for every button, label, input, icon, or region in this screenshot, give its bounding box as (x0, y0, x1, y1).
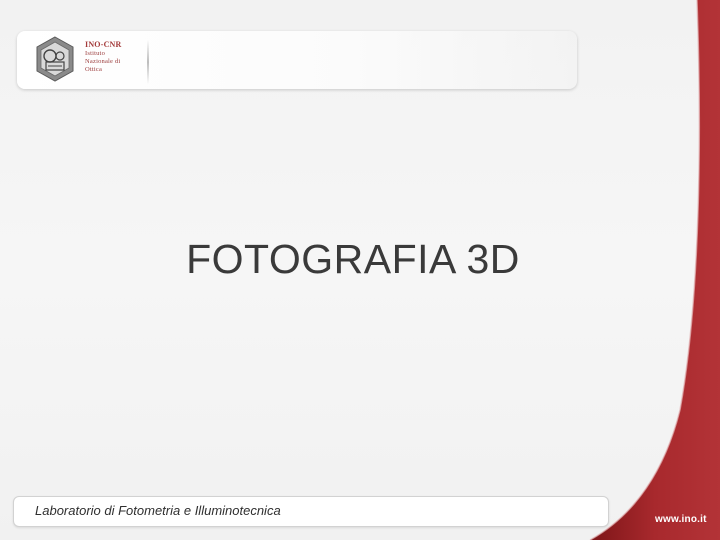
slide: INO-CNR Istituto Nazionale di Ottica FOT… (0, 0, 720, 540)
slide-title-text: FOTOGRAFIA 3D (186, 236, 520, 282)
logo-line-1: Istituto (85, 50, 106, 57)
logo-divider (147, 40, 149, 84)
website-link[interactable]: www.ino.it (655, 514, 707, 525)
logo-org-name: INO-CNR (85, 40, 122, 49)
logo-line-3: Ottica (85, 66, 103, 73)
footer-label: Laboratorio di Fotometria e Illuminotecn… (35, 503, 281, 518)
logo-text: INO-CNR Istituto Nazionale di Ottica (85, 40, 147, 74)
logo-line-2: Nazionale di (85, 58, 121, 65)
slide-title: FOTOGRAFIA 3D (0, 236, 700, 283)
